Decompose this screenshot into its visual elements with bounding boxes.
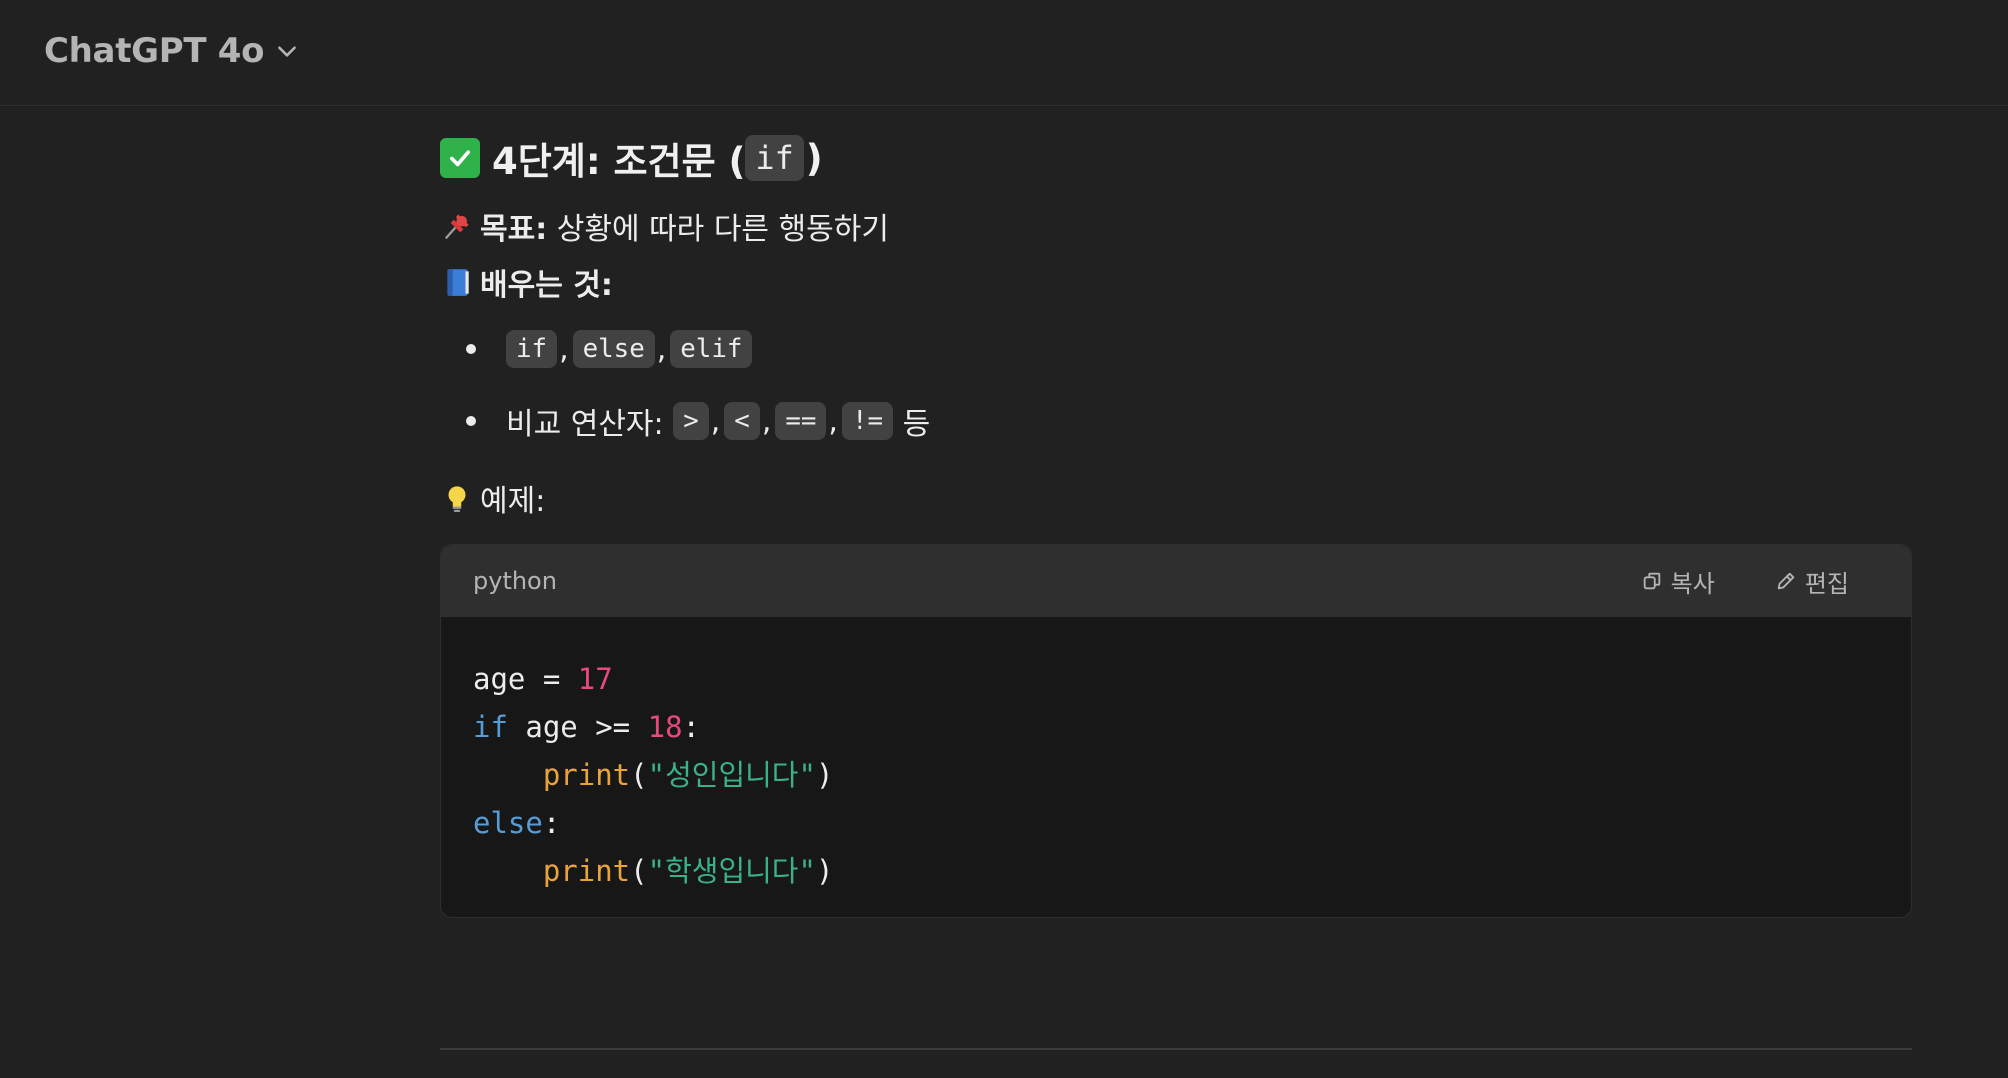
learn-line: 배우는 것: xyxy=(440,260,1912,304)
topic-list: if, else, elif 비교 연산자: >, <, ==, != 등 xyxy=(466,320,1912,450)
code-block-actions: 복사 편집 xyxy=(1641,564,1849,599)
example-line: 예제: xyxy=(440,476,1912,520)
copy-label: 복사 xyxy=(1670,569,1715,598)
heading-inline-code: if xyxy=(745,135,804,181)
code-block-header: python 복사 편집 xyxy=(441,545,1911,617)
code-content[interactable]: age = 17 if age >= 18: print("성인입니다") else… xyxy=(441,617,1911,917)
pushpin-icon xyxy=(445,214,469,239)
code-line: age = 17 xyxy=(473,662,613,696)
code-line: if age >= 18: xyxy=(473,710,700,744)
heading-suffix: ) xyxy=(805,136,823,180)
edit-label: 편집 xyxy=(1804,569,1849,598)
goal-label: 목표: xyxy=(480,212,548,247)
model-selector-button[interactable]: ChatGPT 4o xyxy=(44,28,300,74)
inline-code-else: else xyxy=(572,330,655,368)
list-item: if, else, elif xyxy=(466,320,1912,378)
assistant-message: 4단계: 조건문 ( if ) 목표: 상황에 따라 다른 행동하기 배우는 것… xyxy=(440,130,1912,918)
code-language-label: python xyxy=(473,567,557,595)
heading-text: 4단계: 조건문 ( xyxy=(492,140,746,183)
code-block: python 복사 편집 age = 17 if age >= 18: print… xyxy=(440,544,1912,918)
light-bulb-icon xyxy=(448,486,466,513)
section-divider xyxy=(440,1048,1912,1050)
goal-text: 상황에 따라 다른 행동하기 xyxy=(556,212,889,247)
step-heading: 4단계: 조건문 ( if ) xyxy=(440,130,1912,186)
inline-code-eq: == xyxy=(775,402,827,440)
chevron-down-icon xyxy=(278,46,297,57)
list-item: 비교 연산자: >, <, ==, != 등 xyxy=(466,392,1912,450)
code-line: print("성인입니다") xyxy=(542,758,834,792)
learn-label: 배우는 것: xyxy=(480,268,613,303)
top-bar: ChatGPT 4o xyxy=(0,0,2008,106)
inline-code-elif: elif xyxy=(670,330,753,368)
edit-button[interactable]: 편집 xyxy=(1775,564,1849,599)
pencil-icon xyxy=(1777,572,1795,590)
code-line: print("학생입니다") xyxy=(542,854,834,888)
copy-icon xyxy=(1643,572,1660,590)
comparison-label: 비교 연산자: xyxy=(506,407,664,442)
inline-code-neq: != xyxy=(841,402,894,440)
goal-line: 목표: 상황에 따라 다른 행동하기 xyxy=(440,204,1912,248)
check-mark-icon xyxy=(440,138,480,178)
example-label: 예제: xyxy=(480,484,546,519)
blue-book-icon xyxy=(447,269,469,296)
copy-button[interactable]: 복사 xyxy=(1641,564,1715,599)
inline-code-lt: < xyxy=(724,402,760,440)
inline-code-if: if xyxy=(506,330,558,368)
comparison-suffix: 등 xyxy=(902,407,931,442)
inline-code-gt: > xyxy=(673,402,709,440)
code-line: else: xyxy=(473,806,561,840)
model-selector-label: ChatGPT 4o xyxy=(44,31,265,71)
